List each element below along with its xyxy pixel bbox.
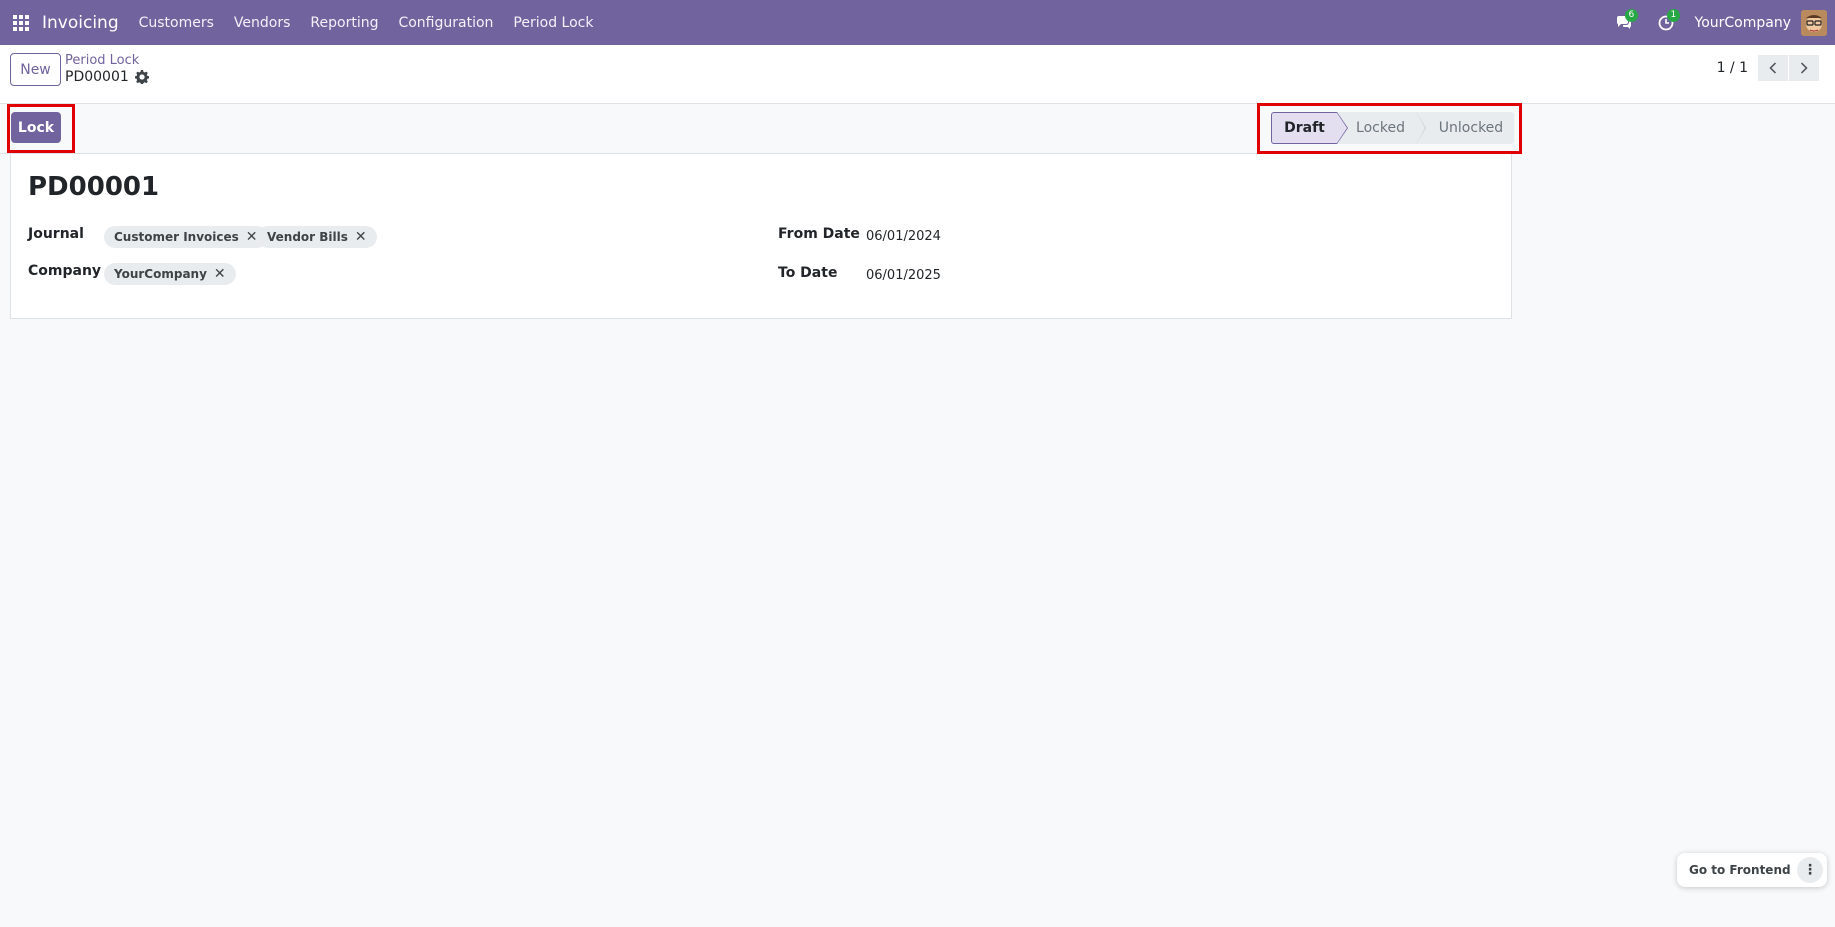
- pager: 1 / 1: [1717, 55, 1819, 81]
- form-statusbar: Lock Draft Locked Unlocked: [0, 104, 1514, 154]
- journal-tag-customer-invoices[interactable]: Customer Invoices ✕: [104, 226, 268, 248]
- pager-next-button[interactable]: [1789, 55, 1819, 81]
- breadcrumb-period-lock[interactable]: Period Lock: [65, 53, 139, 68]
- go-to-frontend-button[interactable]: Go to Frontend: [1689, 863, 1791, 877]
- record-name-label: PD00001: [65, 69, 129, 85]
- messages-icon[interactable]: 6: [1603, 0, 1645, 45]
- menu-vendors[interactable]: Vendors: [234, 15, 290, 31]
- to-date-label: To Date: [778, 265, 838, 281]
- activities-badge: 1: [1666, 9, 1681, 22]
- to-date-field[interactable]: 06/01/2025: [866, 268, 941, 283]
- remove-tag-icon[interactable]: ✕: [246, 229, 258, 245]
- activities-clock-icon[interactable]: 1: [1645, 0, 1687, 45]
- messages-badge: 6: [1624, 9, 1639, 22]
- status-steps: Draft Locked Unlocked: [1271, 112, 1514, 144]
- menu-reporting[interactable]: Reporting: [310, 15, 378, 31]
- from-date-label: From Date: [778, 226, 860, 242]
- chevron-left-icon: [1769, 62, 1777, 74]
- top-navbar: Invoicing Customers Vendors Reporting Co…: [0, 0, 1835, 45]
- navbar-systray: 6 1 YourCompany: [1603, 0, 1835, 45]
- user-avatar[interactable]: [1801, 9, 1827, 36]
- journal-label: Journal: [28, 226, 84, 242]
- app-name[interactable]: Invoicing: [42, 13, 119, 33]
- form-sheet: PD00001 Journal Customer Invoices ✕ Vendo…: [10, 154, 1512, 319]
- control-panel: New Period Lock PD00001 1 / 1: [0, 45, 1835, 104]
- status-step-locked[interactable]: Locked: [1337, 112, 1426, 144]
- gear-icon[interactable]: [134, 70, 149, 84]
- company-switcher[interactable]: YourCompany: [1695, 15, 1792, 31]
- status-step-unlocked[interactable]: Unlocked: [1416, 112, 1514, 144]
- remove-tag-icon[interactable]: ✕: [355, 229, 367, 245]
- from-date-field[interactable]: 06/01/2024: [866, 229, 941, 244]
- new-button[interactable]: New: [10, 53, 61, 86]
- apps-menu-icon[interactable]: [0, 0, 42, 45]
- tag-label: Customer Invoices: [114, 230, 239, 244]
- lock-button[interactable]: Lock: [11, 112, 61, 143]
- record-title: PD00001: [28, 172, 160, 202]
- chevron-right-icon: [1800, 62, 1808, 74]
- remove-tag-icon[interactable]: ✕: [214, 266, 226, 282]
- journal-tag-vendor-bills[interactable]: Vendor Bills ✕: [257, 226, 377, 248]
- menu-configuration[interactable]: Configuration: [398, 15, 493, 31]
- company-tag-yourcompany[interactable]: YourCompany ✕: [104, 263, 236, 285]
- breadcrumb-current: PD00001: [65, 69, 149, 85]
- tag-label: YourCompany: [114, 267, 207, 281]
- pager-value[interactable]: 1 / 1: [1717, 60, 1748, 76]
- pager-previous-button[interactable]: [1758, 55, 1788, 81]
- menu-period-lock[interactable]: Period Lock: [513, 15, 593, 31]
- status-step-draft[interactable]: Draft: [1271, 112, 1348, 144]
- company-label: Company: [28, 263, 102, 279]
- menu-customers[interactable]: Customers: [139, 15, 214, 31]
- more-options-icon[interactable]: ⋮: [1797, 857, 1823, 883]
- frontend-widget: Go to Frontend ⋮: [1677, 853, 1827, 887]
- tag-label: Vendor Bills: [267, 230, 348, 244]
